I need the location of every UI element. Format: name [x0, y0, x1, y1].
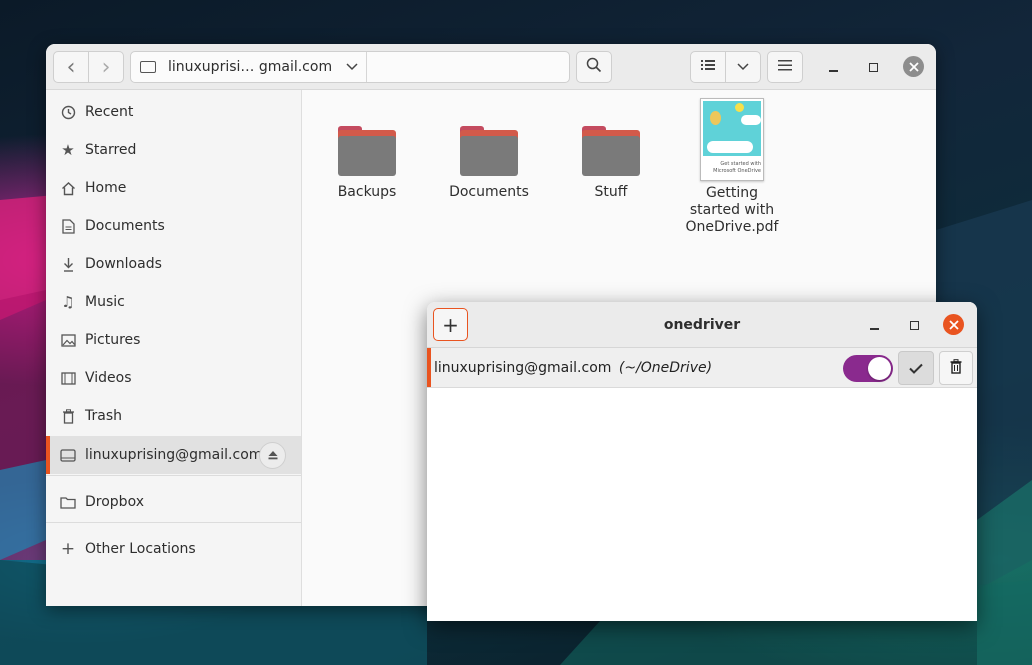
list-view-icon: [701, 59, 715, 75]
delete-account-button[interactable]: [939, 351, 973, 385]
maximize-icon: [909, 320, 919, 330]
file-item-stuff[interactable]: Stuff: [561, 124, 661, 201]
maximize-button[interactable]: [904, 315, 924, 335]
sidebar-item-label: Recent: [85, 104, 134, 120]
plus-icon: +: [442, 312, 459, 337]
file-item-label: Documents: [449, 184, 529, 200]
sidebar-separator: [46, 475, 301, 476]
file-item-pdf[interactable]: Get started with Microsoft OneDrive Gett…: [682, 98, 782, 236]
sidebar-item-downloads[interactable]: Downloads: [46, 245, 301, 283]
minimize-icon: [828, 70, 838, 72]
back-icon: ‹: [66, 54, 76, 80]
path-segment-label: linuxuprisi… gmail.com: [168, 59, 333, 75]
sidebar-item-trash[interactable]: Trash: [46, 397, 301, 435]
minimize-button[interactable]: [823, 57, 843, 77]
folder-icon: [60, 494, 76, 510]
places-sidebar: Recent ★ Starred Home Documents Download…: [46, 90, 302, 606]
checkmark-icon: [909, 359, 923, 378]
sidebar-item-other-locations[interactable]: + Other Locations: [46, 530, 301, 568]
main-menu-button[interactable]: [767, 51, 803, 83]
sidebar-item-videos[interactable]: Videos: [46, 359, 301, 397]
folder-icon: [338, 124, 396, 176]
account-mount-path: (~/OneDrive): [618, 360, 713, 376]
close-button[interactable]: [903, 56, 924, 77]
pdf-thumbnail: Get started with Microsoft OneDrive: [700, 98, 764, 181]
hamburger-menu-icon: [778, 59, 792, 75]
picture-icon: [60, 332, 76, 348]
star-icon: ★: [61, 141, 75, 159]
trash-icon: [950, 358, 962, 378]
view-options-button[interactable]: [725, 51, 761, 83]
onedriver-window: + onedriver linuxuprising@gmail.com (~/O…: [427, 302, 977, 621]
sidebar-item-documents[interactable]: Documents: [46, 207, 301, 245]
plus-icon: +: [60, 539, 76, 559]
forward-button[interactable]: ›: [88, 51, 124, 83]
search-button[interactable]: [576, 51, 612, 83]
onedriver-headerbar: + onedriver: [427, 302, 977, 348]
close-icon: [948, 315, 959, 334]
file-item-backups[interactable]: Backups: [317, 124, 417, 201]
clock-icon: [60, 104, 76, 120]
video-icon: [60, 370, 76, 386]
sidebar-item-pictures[interactable]: Pictures: [46, 321, 301, 359]
back-button[interactable]: ‹: [53, 51, 89, 83]
download-icon: [60, 256, 76, 272]
path-bar[interactable]: linuxuprisi… gmail.com: [130, 51, 570, 83]
close-button[interactable]: [943, 314, 964, 335]
sidebar-item-recent[interactable]: Recent: [46, 93, 301, 131]
file-item-label: Getting started with OneDrive.pdf: [685, 185, 779, 235]
account-email: linuxuprising@gmail.com: [434, 360, 612, 376]
sidebar-item-starred[interactable]: ★ Starred: [46, 131, 301, 169]
sidebar-item-label: Music: [85, 294, 125, 310]
sidebar-item-music[interactable]: ♫ Music: [46, 283, 301, 321]
sidebar-item-label: Documents: [85, 218, 165, 234]
file-item-label: Backups: [337, 184, 397, 200]
view-toggle-button[interactable]: [690, 51, 726, 83]
chevron-down-icon: [737, 59, 749, 75]
files-headerbar: ‹ › linuxuprisi… gmail.com: [46, 44, 936, 90]
sidebar-item-label: Pictures: [85, 332, 141, 348]
maximize-button[interactable]: [863, 57, 883, 77]
add-account-button[interactable]: +: [433, 308, 468, 341]
chevron-down-icon: [346, 59, 358, 75]
trash-icon: [60, 408, 76, 424]
account-row[interactable]: linuxuprising@gmail.com (~/OneDrive): [427, 348, 977, 388]
document-icon: [60, 218, 76, 234]
home-icon: [60, 180, 76, 196]
sidebar-item-dropbox[interactable]: Dropbox: [46, 483, 301, 521]
sidebar-item-label: Other Locations: [85, 541, 196, 557]
forward-icon: ›: [101, 54, 111, 80]
toggle-knob: [868, 357, 891, 380]
sidebar-item-label: linuxuprising@gmail.com: [85, 447, 263, 463]
file-item-label: Stuff: [594, 184, 628, 200]
eject-icon: [268, 448, 278, 464]
folder-icon: [460, 124, 518, 176]
sidebar-item-label: Home: [85, 180, 127, 196]
close-icon: [908, 57, 919, 76]
sidebar-item-label: Videos: [85, 370, 132, 386]
sidebar-item-label: Trash: [85, 408, 122, 424]
minimize-icon: [869, 328, 879, 330]
music-icon: ♫: [61, 293, 75, 311]
sidebar-item-label: Dropbox: [85, 494, 144, 510]
sidebar-item-label: Downloads: [85, 256, 162, 272]
eject-button[interactable]: [259, 442, 286, 469]
path-segment-current[interactable]: linuxuprisi… gmail.com: [131, 52, 367, 82]
sidebar-item-label: Starred: [85, 142, 137, 158]
drive-icon: [140, 61, 156, 73]
file-item-documents[interactable]: Documents: [439, 124, 539, 201]
mount-toggle[interactable]: [843, 355, 893, 382]
drive-icon: [60, 447, 76, 463]
folder-icon: [582, 124, 640, 176]
sidebar-item-onedrive-mount[interactable]: linuxuprising@gmail.com: [46, 436, 301, 474]
sidebar-separator: [46, 522, 301, 523]
automount-check-button[interactable]: [898, 351, 934, 385]
minimize-button[interactable]: [864, 315, 884, 335]
search-icon: [586, 57, 602, 77]
pdf-thumbnail-text: Get started with Microsoft OneDrive: [713, 161, 761, 174]
sidebar-item-home[interactable]: Home: [46, 169, 301, 207]
maximize-icon: [868, 62, 878, 72]
window-title: onedriver: [663, 317, 741, 333]
